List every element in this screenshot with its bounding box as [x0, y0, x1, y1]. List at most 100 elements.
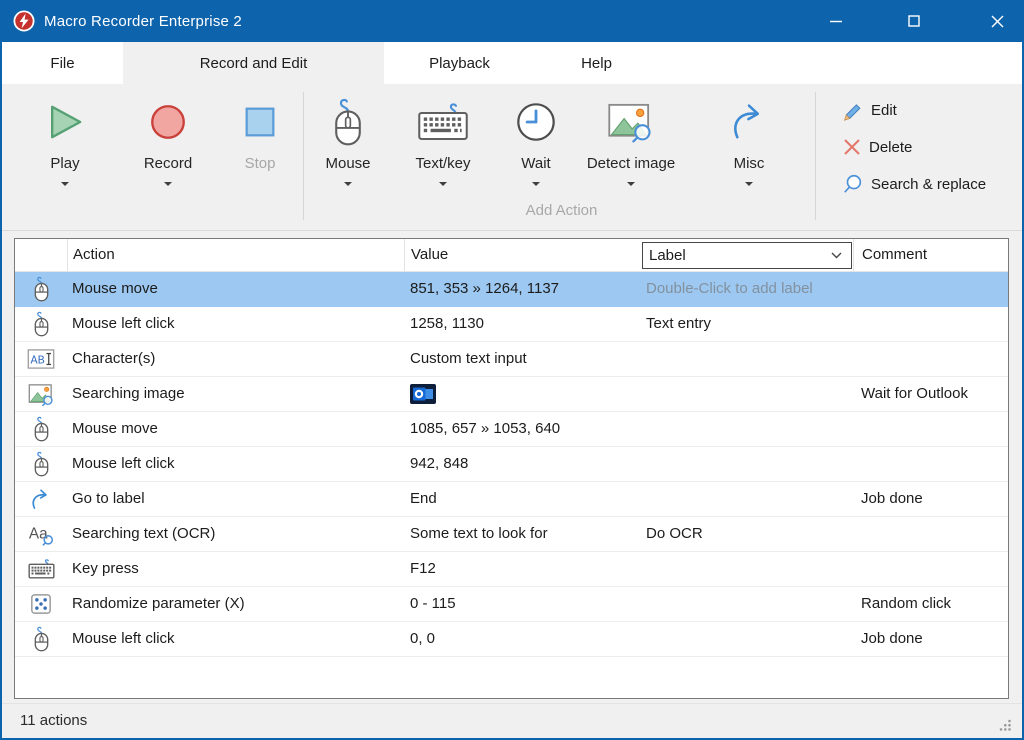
textkey-button[interactable]: Text/key — [398, 92, 488, 214]
table-row[interactable]: Searching image Wait for Outlook — [15, 377, 1008, 412]
row-comment — [853, 272, 1008, 306]
macro-list: Action Value Comment Label Mouse move 85… — [14, 238, 1009, 699]
record-dropdown-arrow — [164, 182, 172, 186]
comment-column-header[interactable]: Comment — [853, 239, 1008, 271]
detect-image-icon — [607, 100, 655, 144]
action-column-header[interactable]: Action — [67, 239, 404, 271]
stop-label: Stop — [245, 152, 276, 176]
record-button[interactable]: Record — [126, 92, 210, 214]
table-row[interactable]: Mouse left click 942, 848 — [15, 447, 1008, 482]
edit-label: Edit — [871, 102, 897, 119]
misc-label: Misc — [734, 152, 765, 176]
row-action-icon — [15, 447, 67, 481]
row-action-icon: AB — [15, 342, 67, 376]
mouse-action-button[interactable]: Mouse — [311, 92, 385, 214]
row-action-icon — [15, 307, 67, 341]
app-window: Macro Recorder Enterprise 2 File Record … — [0, 0, 1024, 740]
row-comment — [853, 517, 1008, 551]
icon-column-header[interactable] — [15, 239, 67, 271]
row-value: F12 — [404, 552, 641, 586]
row-action: Searching text (OCR) — [67, 517, 404, 551]
table-row[interactable]: Mouse move 851, 353 » 1264, 1137 Double-… — [15, 272, 1008, 307]
row-label[interactable] — [641, 482, 853, 516]
tab-file-label: File — [50, 55, 74, 72]
row-label[interactable]: Text entry — [641, 307, 853, 341]
table-row[interactable]: AB Character(s) Custom text input — [15, 342, 1008, 377]
table-row[interactable]: Mouse left click 0, 0 Job done — [15, 622, 1008, 657]
textkey-label: Text/key — [415, 152, 470, 176]
maximize-icon — [908, 15, 920, 27]
tab-playback[interactable]: Playback — [397, 42, 522, 84]
clock-icon — [515, 101, 557, 143]
row-label[interactable] — [641, 342, 853, 376]
label-filter-combobox[interactable]: Label — [642, 242, 852, 269]
maximize-button[interactable] — [890, 0, 937, 42]
row-value: 1258, 1130 — [404, 307, 641, 341]
image-search-icon — [28, 382, 55, 407]
table-row[interactable]: Aa Searching text (OCR) Some text to loo… — [15, 517, 1008, 552]
row-label[interactable] — [641, 622, 853, 656]
row-comment — [853, 447, 1008, 481]
row-label[interactable] — [641, 447, 853, 481]
textkey-dropdown-arrow — [439, 182, 447, 186]
stop-button[interactable]: Stop — [223, 92, 297, 214]
wait-button[interactable]: Wait — [504, 92, 568, 214]
mouse-label: Mouse — [325, 152, 370, 176]
row-action-icon — [15, 412, 67, 446]
mouse-icon — [328, 97, 368, 147]
resize-grip-icon[interactable] — [998, 718, 1012, 732]
detect-dropdown-arrow — [627, 182, 635, 186]
row-action-icon — [15, 552, 67, 586]
ribbon-separator — [815, 92, 816, 220]
mouse-icon — [31, 626, 52, 652]
tab-file[interactable]: File — [2, 42, 123, 84]
row-comment: Job done — [853, 482, 1008, 516]
table-row[interactable]: Randomize parameter (X) 0 - 115 Random c… — [15, 587, 1008, 622]
close-button[interactable] — [974, 0, 1021, 42]
row-value: 0 - 115 — [404, 587, 641, 621]
detect-image-button[interactable]: Detect image — [574, 92, 688, 214]
wait-dropdown-arrow — [532, 182, 540, 186]
play-button[interactable]: Play — [26, 92, 104, 214]
row-comment: Random click — [853, 587, 1008, 621]
row-comment — [853, 552, 1008, 586]
table-header: Action Value Comment Label — [15, 239, 1008, 272]
table-row[interactable]: Mouse left click 1258, 1130 Text entry — [15, 307, 1008, 342]
misc-button[interactable]: Misc — [717, 92, 781, 214]
table-row[interactable]: Mouse move 1085, 657 » 1053, 640 — [15, 412, 1008, 447]
curved-arrow-icon — [728, 103, 770, 141]
close-icon — [991, 15, 1004, 28]
mouse-icon — [31, 451, 52, 477]
delete-button[interactable]: Delete — [842, 133, 912, 161]
minimize-button[interactable] — [812, 0, 859, 42]
titlebar: Macro Recorder Enterprise 2 — [0, 0, 1024, 42]
row-action-icon — [15, 377, 67, 411]
table-row[interactable]: Go to label End Job done — [15, 482, 1008, 517]
outlook-logo-icon — [410, 384, 436, 404]
row-label[interactable]: Double-Click to add label — [641, 272, 853, 306]
chevron-down-icon — [831, 252, 842, 259]
value-column-header[interactable]: Value — [404, 239, 641, 271]
tab-record-and-edit[interactable]: Record and Edit — [123, 42, 384, 84]
row-label[interactable]: Do OCR — [641, 517, 853, 551]
row-label[interactable] — [641, 552, 853, 586]
record-label: Record — [144, 152, 192, 176]
row-value — [404, 377, 641, 411]
mouse-icon — [31, 276, 52, 302]
row-action: Key press — [67, 552, 404, 586]
tab-playback-label: Playback — [429, 55, 490, 72]
pencil-icon — [842, 99, 864, 121]
search-replace-button[interactable]: Search & replace — [842, 170, 986, 198]
edit-button[interactable]: Edit — [842, 96, 897, 124]
row-action-icon — [15, 622, 67, 656]
tab-help[interactable]: Help — [554, 42, 639, 84]
tab-record-and-edit-label: Record and Edit — [200, 55, 308, 72]
row-label[interactable] — [641, 412, 853, 446]
row-label[interactable] — [641, 377, 853, 411]
ocr-search-icon: Aa — [28, 522, 55, 546]
table-row[interactable]: Key press F12 — [15, 552, 1008, 587]
play-dropdown-arrow — [61, 182, 69, 186]
row-label[interactable] — [641, 587, 853, 621]
detect-image-label: Detect image — [587, 152, 675, 176]
row-comment: Wait for Outlook — [853, 377, 1008, 411]
